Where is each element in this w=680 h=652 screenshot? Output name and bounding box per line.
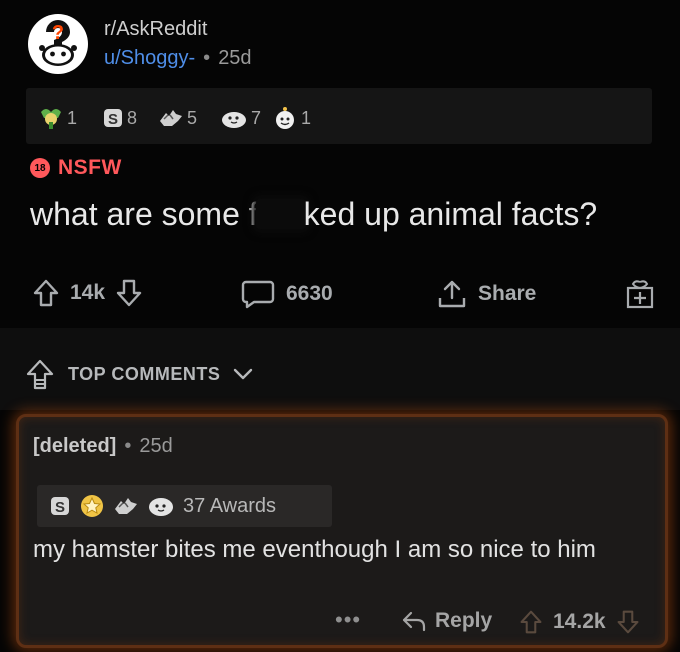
award-count: 1	[301, 107, 312, 128]
award-count: 1	[67, 107, 78, 128]
comment-age: 25d	[139, 435, 173, 457]
downvote-icon[interactable]	[616, 609, 640, 635]
top-sort-icon	[26, 359, 54, 390]
askreddit-icon: ?	[29, 15, 87, 73]
sort-dropdown[interactable]: TOP COMMENTS	[26, 358, 254, 390]
award-item: 1	[38, 106, 77, 130]
post-title[interactable]: what are some f ked up animal facts?	[30, 196, 597, 233]
silver-award-icon: S	[51, 497, 69, 516]
comment-awards[interactable]: S 37 Awards	[37, 485, 332, 527]
award-item: 1	[272, 106, 311, 130]
sort-label: TOP COMMENTS	[68, 363, 221, 384]
comment-author: [deleted]	[33, 435, 117, 457]
svg-text:S: S	[108, 111, 118, 128]
upvote-icon[interactable]	[519, 609, 543, 635]
post-actions: 14k 6630 Share	[0, 262, 680, 326]
post-title-end: ked up animal facts?	[303, 196, 598, 232]
silver-award-icon: S	[104, 109, 122, 128]
gold-smile-award-icon	[276, 107, 294, 129]
reply-arrow-icon	[402, 611, 426, 632]
comment-awards-count: 37 Awards	[183, 494, 277, 517]
comment-bubble-icon	[241, 280, 275, 309]
post-title-start: what are some f	[30, 196, 258, 232]
award-item: S 8	[102, 106, 137, 130]
post-header: ? r/AskReddit u/Shoggy- • 25d	[0, 0, 680, 84]
award-count: 8	[127, 107, 138, 128]
award-count: 7	[251, 107, 262, 128]
subreddit-name[interactable]: r/AskReddit	[104, 18, 207, 41]
post-meta: u/Shoggy- • 25d	[104, 47, 252, 70]
comment-sort-bar: TOP COMMENTS	[0, 328, 680, 410]
gift-icon	[626, 280, 654, 309]
share-button[interactable]: Share	[436, 278, 536, 310]
comment-vote-count: 14.2k	[553, 610, 606, 633]
comment-meta: [deleted] • 25d	[33, 435, 173, 458]
helpful-award-icon	[115, 498, 137, 514]
nsfw-tag: 18 NSFW	[30, 156, 122, 180]
more-options-button[interactable]: •••	[335, 607, 361, 633]
award-item: 5	[158, 106, 197, 130]
award-item: 7	[220, 106, 261, 130]
comment-body: my hamster bites me eventhough I am so n…	[33, 536, 596, 563]
top-comment[interactable]: [deleted] • 25d S 37 Awards my hamster bit…	[16, 414, 668, 648]
reply-button[interactable]: Reply	[401, 609, 492, 633]
downvote-icon[interactable]	[115, 278, 143, 308]
meta-separator: •	[124, 435, 132, 457]
wholesome-seal-award-icon	[222, 112, 246, 128]
post-author[interactable]: u/Shoggy-	[104, 47, 195, 69]
comment-vote-controls: 14.2k	[519, 609, 640, 635]
wholesome-seal-award-icon	[149, 498, 173, 516]
comment-count: 6630	[286, 282, 333, 305]
comments-button[interactable]: 6630	[240, 278, 333, 310]
post-age: 25d	[218, 47, 252, 69]
awards-bar[interactable]: 1 S 8 5 7 1	[26, 88, 652, 144]
share-label: Share	[478, 282, 537, 305]
award-count: 5	[187, 107, 198, 128]
meta-separator: •	[203, 47, 211, 69]
svg-text:?: ?	[52, 22, 64, 44]
share-icon	[438, 280, 466, 308]
chevron-down-icon	[234, 368, 253, 380]
vote-controls: 14k	[32, 278, 143, 308]
helpful-award-icon	[160, 110, 182, 126]
nsfw-label: NSFW	[58, 156, 122, 179]
censor-blur	[255, 199, 306, 229]
reply-label: Reply	[435, 609, 493, 632]
upvote-count: 14k	[70, 281, 106, 304]
nsfw-badge-icon: 18	[30, 158, 50, 178]
subreddit-avatar[interactable]: ?	[28, 14, 88, 74]
comment-actions: ••• Reply 14.2k	[19, 603, 669, 643]
upvote-icon[interactable]	[32, 278, 60, 308]
svg-text:S: S	[55, 499, 65, 516]
give-award-button[interactable]	[624, 278, 656, 310]
gold-award-icon	[81, 495, 103, 517]
wholesome-award-icon	[41, 109, 61, 129]
